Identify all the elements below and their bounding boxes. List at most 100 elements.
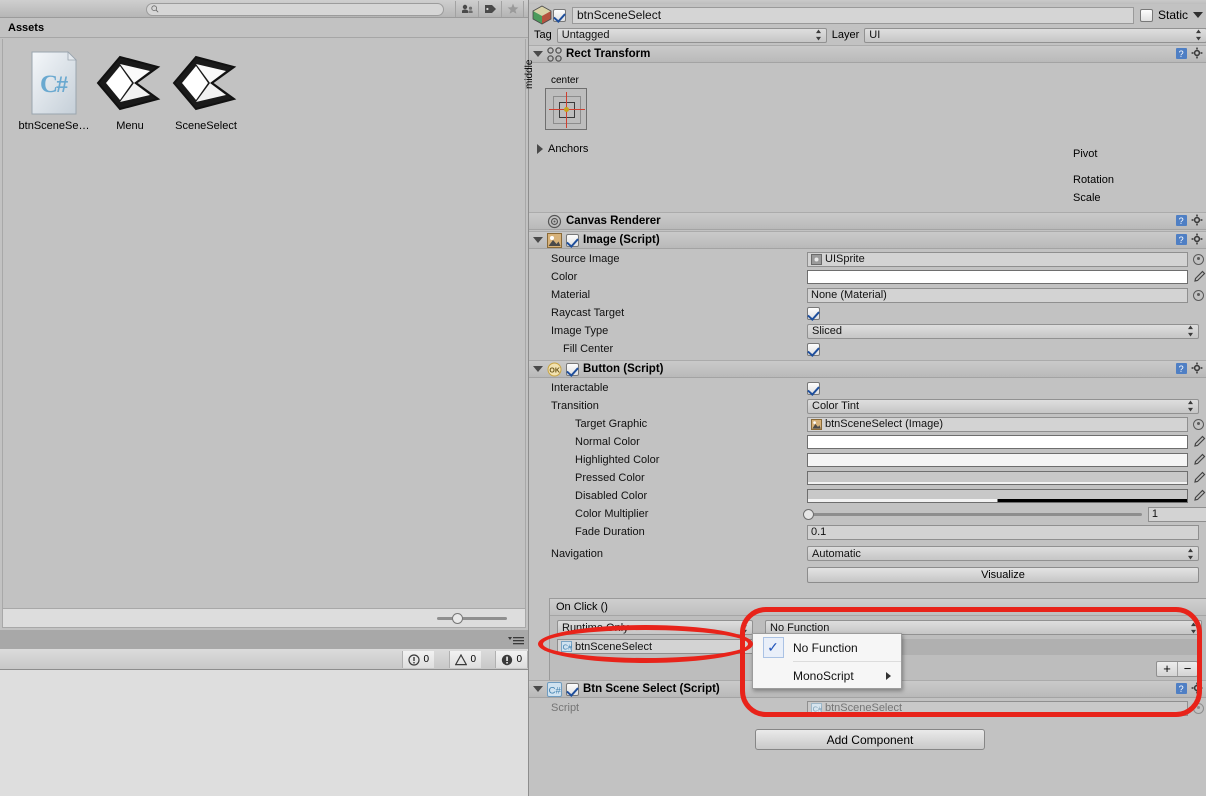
favorites-filter-button[interactable] [501, 1, 524, 17]
gear-icon[interactable] [1191, 233, 1204, 246]
foldout-arrow-icon[interactable] [533, 237, 543, 243]
component-actions[interactable]: ? [1175, 362, 1204, 375]
color-label: Color [551, 271, 578, 283]
source-image-picker-button[interactable] [1193, 253, 1204, 265]
disabled-color-label: Disabled Color [575, 490, 648, 502]
help-book-icon[interactable]: ? [1175, 362, 1188, 375]
script-picker-button [1193, 702, 1204, 714]
fill-center-checkbox[interactable] [807, 342, 820, 356]
layer-dropdown[interactable]: UI [864, 27, 1206, 43]
chevron-down-icon[interactable] [1193, 12, 1203, 18]
fade-duration-field[interactable]: 0.1 [807, 524, 1199, 540]
normal-color-swatch[interactable] [807, 435, 1188, 449]
component-header-rect-transform[interactable]: Rect Transform ? [529, 45, 1206, 63]
eyedropper-icon[interactable] [1192, 435, 1206, 449]
anchor-preset-widget[interactable] [545, 88, 587, 130]
color-multiplier-slider[interactable] [802, 509, 1142, 520]
script-enabled-checkbox[interactable] [566, 682, 579, 696]
raycast-target-checkbox[interactable] [807, 306, 820, 320]
component-header-image[interactable]: Image (Script) ? [529, 231, 1206, 249]
eyedropper-icon[interactable] [1192, 270, 1206, 284]
component-actions[interactable]: ? [1175, 233, 1204, 246]
asset-item-menu[interactable]: Menu [87, 47, 173, 132]
eyedropper-icon[interactable] [1192, 489, 1206, 503]
transition-dropdown[interactable]: Color Tint [807, 398, 1199, 414]
menu-item-no-function[interactable]: ✓ No Function [753, 634, 901, 661]
image-type-dropdown[interactable]: Sliced [807, 323, 1199, 339]
on-click-target-objectfield[interactable]: C# btnSceneSelect [557, 639, 753, 654]
tag-value: Untagged [561, 29, 610, 41]
component-header-button[interactable]: OK Button (Script) ? [529, 360, 1206, 378]
navigation-dropdown[interactable]: Automatic [807, 546, 1199, 561]
zoom-slider-knob[interactable] [452, 613, 463, 624]
interactable-checkbox[interactable] [807, 381, 820, 395]
svg-text:?: ? [1179, 216, 1184, 226]
target-graphic-label: Target Graphic [575, 418, 648, 430]
breadcrumb: Assets [8, 22, 45, 34]
material-objectfield[interactable]: None (Material) [807, 287, 1188, 303]
gear-icon[interactable] [1191, 214, 1204, 227]
remove-event-button[interactable]: − [1177, 662, 1197, 676]
disabled-color-swatch[interactable] [807, 489, 1188, 503]
gear-icon[interactable] [1191, 47, 1204, 60]
foldout-arrow-icon[interactable] [533, 686, 543, 692]
tag-dropdown[interactable]: Untagged [556, 27, 827, 43]
warning-counter[interactable]: 0 [449, 651, 481, 668]
add-component-button[interactable]: Add Component [755, 729, 985, 750]
fade-duration-label: Fade Duration [575, 526, 645, 538]
color-swatch[interactable] [807, 270, 1188, 284]
foldout-arrow-icon[interactable] [533, 366, 543, 372]
function-dropdown-menu[interactable]: ✓ No Function MonoScript [752, 633, 902, 689]
help-book-icon[interactable]: ? [1175, 47, 1188, 60]
asset-type-filter-button[interactable] [455, 1, 478, 17]
component-actions[interactable]: ? [1175, 214, 1204, 227]
foldout-arrow-icon[interactable] [537, 144, 543, 154]
gear-icon[interactable] [1191, 682, 1204, 695]
material-picker-button[interactable] [1193, 289, 1204, 301]
anchors-foldout-row[interactable]: Anchors [537, 143, 588, 155]
color-multiplier-field[interactable]: 1 [1147, 506, 1206, 522]
info-counter[interactable]: 0 [402, 651, 434, 668]
source-image-objectfield[interactable]: UISprite [807, 251, 1188, 267]
add-event-button[interactable]: + [1157, 662, 1177, 676]
help-book-icon[interactable]: ? [1175, 233, 1188, 246]
runtime-mode-dropdown[interactable]: Runtime Only [557, 620, 753, 635]
property-row-visualize: Visualize [529, 566, 1206, 584]
component-actions[interactable]: ? [1175, 47, 1204, 60]
help-book-icon[interactable]: ? [1175, 682, 1188, 695]
zoom-slider[interactable] [437, 617, 507, 620]
gameobject-name-input[interactable] [572, 6, 1134, 24]
button-enabled-checkbox[interactable] [566, 362, 579, 376]
component-header-canvas-renderer[interactable]: Canvas Renderer ? [529, 212, 1206, 230]
image-enabled-checkbox[interactable] [566, 233, 579, 247]
gameobject-enabled-checkbox[interactable] [553, 8, 566, 22]
eyedropper-icon[interactable] [1192, 453, 1206, 467]
script-objectfield: C# btnSceneSelect [807, 700, 1188, 716]
pressed-color-swatch[interactable] [807, 471, 1188, 485]
on-click-add-remove-buttons[interactable]: + − [1156, 661, 1198, 677]
highlighted-color-swatch[interactable] [807, 453, 1188, 467]
static-checkbox[interactable] [1139, 8, 1153, 22]
project-toolbar [0, 0, 528, 18]
gear-icon[interactable] [1191, 362, 1204, 375]
button-body: Interactable Transition Color Tint Targe… [529, 379, 1206, 584]
error-counter[interactable]: 0 [495, 651, 528, 668]
color-multiplier-slider-knob[interactable] [802, 509, 814, 520]
foldout-arrow-icon[interactable] [533, 51, 543, 57]
console-menu-icon[interactable] [508, 635, 524, 645]
component-actions[interactable]: ? [1175, 682, 1204, 695]
updown-arrows-icon [742, 622, 747, 633]
label-filter-button[interactable] [478, 1, 501, 17]
asset-item-btnsceneselect[interactable]: C # btnSceneSe… [11, 47, 97, 132]
search-input[interactable] [146, 3, 444, 16]
disabled-color-alpha-bar [808, 499, 1187, 502]
label-filter-icon [484, 5, 496, 13]
help-book-icon[interactable]: ? [1175, 214, 1188, 227]
menu-item-monoscript[interactable]: MonoScript [753, 662, 901, 689]
eyedropper-icon[interactable] [1192, 471, 1206, 485]
visualize-button[interactable]: Visualize [807, 567, 1199, 583]
target-graphic-picker-button[interactable] [1193, 418, 1204, 430]
static-toggle-area[interactable]: Static [1139, 8, 1203, 22]
asset-item-sceneselect[interactable]: SceneSelect [163, 47, 249, 132]
target-graphic-objectfield[interactable]: btnSceneSelect (Image) [807, 416, 1188, 432]
